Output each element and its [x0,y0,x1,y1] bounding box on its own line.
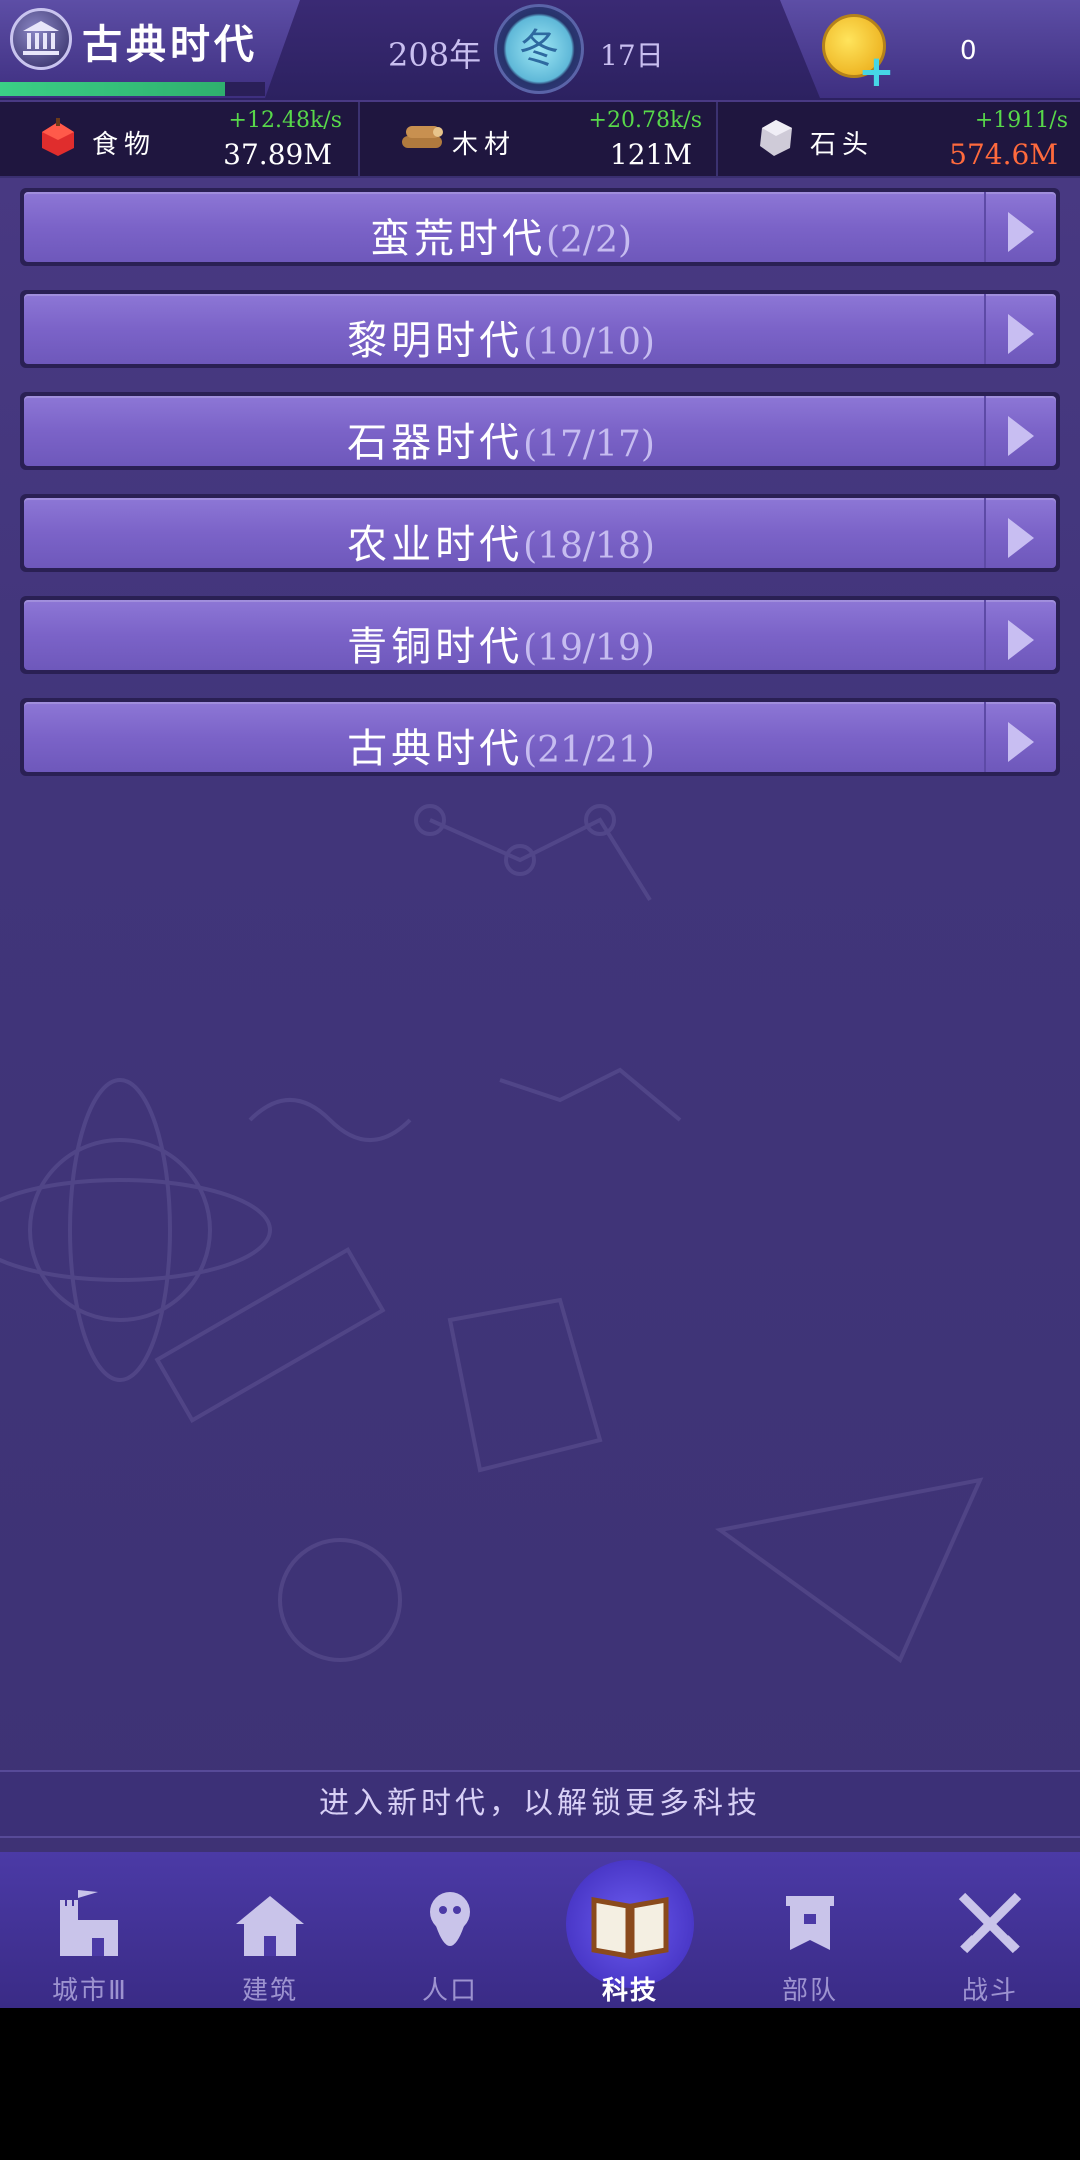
year-label: 208年 [388,36,482,74]
book-icon [591,1897,669,1959]
era-row-agriculture[interactable]: 农业时代(18/18) [20,494,1060,572]
chevron-right-icon [1008,212,1034,252]
house-icon [236,1896,304,1956]
resource-name: 石头 [810,130,875,160]
coin-count: 0 [960,36,977,66]
chevron-right-icon [1008,620,1034,660]
resource-amount: 574.6M [949,138,1058,171]
top-bar: 古典时代 208年 冬 17日 + 0 [0,0,1080,100]
new-era-hint: 进入新时代，以解锁更多科技 [0,1770,1080,1838]
nav-label: 人口 [421,1976,478,2006]
nav-label: 建筑 [241,1976,298,2006]
era-name: 黎明时代 [347,318,524,364]
era-row-barbaric[interactable]: 蛮荒时代(2/2) [20,188,1060,266]
resource-food[interactable]: 食物 +12.48k/s 37.89M [0,102,356,176]
chevron-right-icon [1008,314,1034,354]
wood-icon [402,126,443,148]
era-name: 农业时代 [347,522,524,568]
resource-amount: 121M [609,138,692,171]
crossed-swords-icon [958,1892,1022,1954]
era-name: 古典时代 [347,726,524,772]
nav-label: 部队 [781,1976,838,2006]
nav-city[interactable]: 城市Ⅲ [0,1852,180,2008]
era-row-stone-age[interactable]: 石器时代(17/17) [20,392,1060,470]
nav-population[interactable]: 人口 [360,1852,540,2008]
add-coins-plus-icon[interactable]: + [858,46,895,97]
era-count: (2/2) [545,220,633,261]
resource-amount: 37.89M [223,138,332,171]
era-expand-arrow[interactable] [984,192,1056,262]
nav-label: 城市Ⅲ [52,1976,128,2006]
bottom-nav: 城市Ⅲ 建筑 人口 科技 部队 战斗 [0,1852,1080,2008]
resource-rate: +1911/s [974,108,1068,133]
nav-battle[interactable]: 战斗 [900,1852,1080,2008]
era-count: (18/18) [523,526,655,567]
person-icon [430,1892,470,1946]
resource-rate: +20.78k/s [588,108,702,133]
era-progress-fill [0,82,226,96]
day-label: 17日 [600,39,664,72]
era-expand-arrow[interactable] [984,294,1056,364]
nav-technology[interactable]: 科技 [540,1852,720,2008]
era-progress-bar [0,82,265,96]
resource-name: 食物 [92,130,157,160]
era-row-dawn[interactable]: 黎明时代(10/10) [20,290,1060,368]
era-row-bronze[interactable]: 青铜时代(19/19) [20,596,1060,674]
nav-label: 战斗 [961,1976,1018,2006]
era-expand-arrow[interactable] [984,396,1056,466]
nav-label: 科技 [601,1976,658,2006]
era-expand-arrow[interactable] [984,600,1056,670]
resource-name: 木材 [452,130,517,160]
museum-icon[interactable] [10,8,72,70]
season-badge[interactable]: 冬 [494,4,584,94]
era-count: (10/10) [523,322,655,363]
resource-stone[interactable]: 石头 +1911/s 574.6M [716,102,1080,176]
era-count: (21/21) [523,730,655,771]
chevron-right-icon [1008,518,1034,558]
resource-bar: 食物 +12.48k/s 37.89M 木材 +20.78k/s 121M 石头… [0,102,1080,178]
era-expand-arrow[interactable] [984,498,1056,568]
era-row-classical[interactable]: 古典时代(21/21) [20,698,1060,776]
banner-icon [786,1896,834,1950]
game-screen: 古典时代 208年 冬 17日 + 0 食物 +12.48k/s 37.89M [0,0,1080,2008]
current-era-title: 古典时代 [82,21,258,68]
resource-rate: +12.48k/s [228,108,342,133]
apple-icon [42,118,74,156]
nav-troops[interactable]: 部队 [720,1852,900,2008]
stone-icon [760,120,792,156]
era-count: (19/19) [523,628,655,669]
season-label: 冬 [519,26,559,72]
era-name: 蛮荒时代 [369,216,546,262]
era-count: (17/17) [523,424,655,465]
era-name: 青铜时代 [347,624,524,670]
chevron-right-icon [1008,722,1034,762]
era-name: 石器时代 [347,420,524,466]
castle-icon [60,1890,118,1956]
chevron-right-icon [1008,416,1034,456]
nav-buildings[interactable]: 建筑 [180,1852,360,2008]
era-expand-arrow[interactable] [984,702,1056,772]
resource-wood[interactable]: 木材 +20.78k/s 121M [358,102,716,176]
